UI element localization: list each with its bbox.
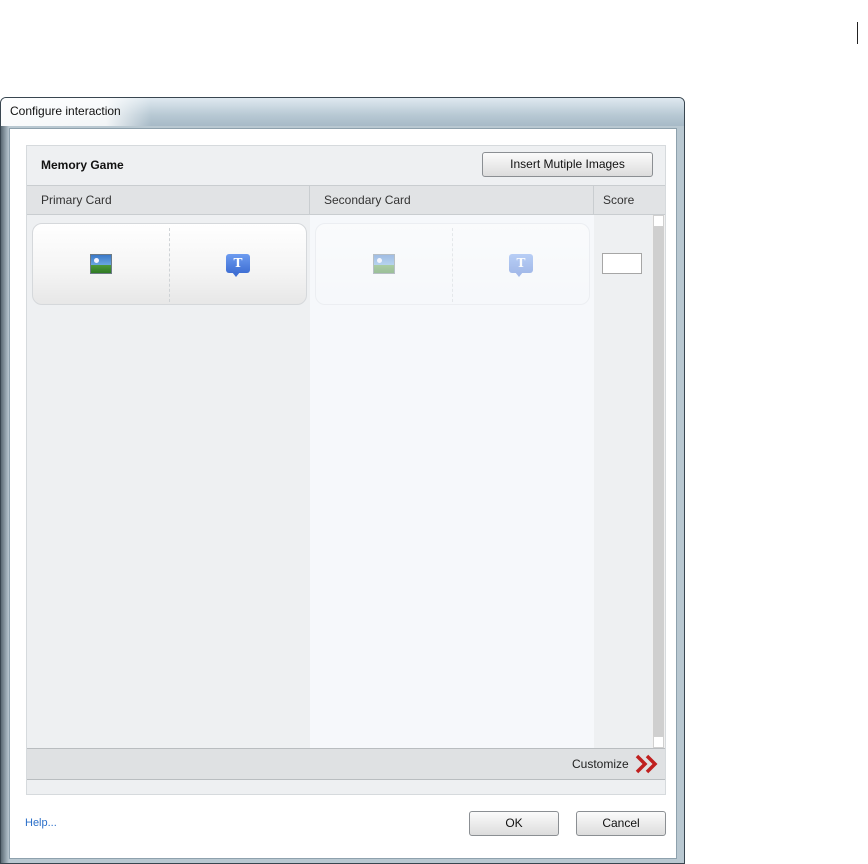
column-header-primary-card[interactable]: Primary Card (27, 186, 310, 214)
image-icon[interactable] (373, 254, 395, 274)
card-divider (452, 228, 453, 302)
scrollbar-track[interactable] (653, 227, 664, 738)
scroll-up-button[interactable] (653, 215, 664, 227)
panel-header: Memory Game Insert Mutiple Images (27, 146, 665, 185)
window-title: Configure interaction (10, 104, 121, 118)
cards-grid: T T (27, 215, 665, 748)
help-link[interactable]: Help... (25, 817, 57, 829)
double-chevron-right-icon[interactable] (635, 754, 661, 774)
text-icon[interactable]: T (509, 254, 533, 277)
insert-multiple-images-button[interactable]: Insert Mutiple Images (482, 152, 653, 177)
screen-edge-mark (857, 22, 858, 44)
title-bar[interactable]: Configure interaction (1, 98, 684, 126)
secondary-card-column: T (310, 215, 594, 748)
cancel-button[interactable]: Cancel (576, 811, 666, 836)
secondary-card[interactable]: T (315, 223, 590, 305)
score-column (594, 215, 651, 748)
vertical-scrollbar[interactable] (652, 215, 665, 748)
customize-bar: Customize (27, 748, 665, 780)
column-headers: Primary Card Secondary Card Score (27, 185, 665, 215)
column-header-secondary-card[interactable]: Secondary Card (310, 186, 594, 214)
memory-game-panel: Memory Game Insert Mutiple Images Primar… (26, 145, 666, 795)
ok-button[interactable]: OK (469, 811, 559, 836)
card-divider (169, 228, 170, 302)
image-icon[interactable] (90, 254, 112, 274)
primary-card-column: T (27, 215, 310, 748)
interaction-title: Memory Game (41, 158, 124, 172)
score-input[interactable] (602, 253, 642, 274)
customize-link[interactable]: Customize (572, 749, 629, 779)
text-icon[interactable]: T (226, 254, 250, 277)
scroll-down-button[interactable] (653, 736, 664, 748)
primary-card[interactable]: T (32, 223, 307, 305)
configure-interaction-dialog: Configure interaction Memory Game Insert… (0, 97, 685, 864)
dialog-body: Memory Game Insert Mutiple Images Primar… (9, 128, 677, 859)
column-header-score[interactable]: Score (594, 186, 664, 214)
